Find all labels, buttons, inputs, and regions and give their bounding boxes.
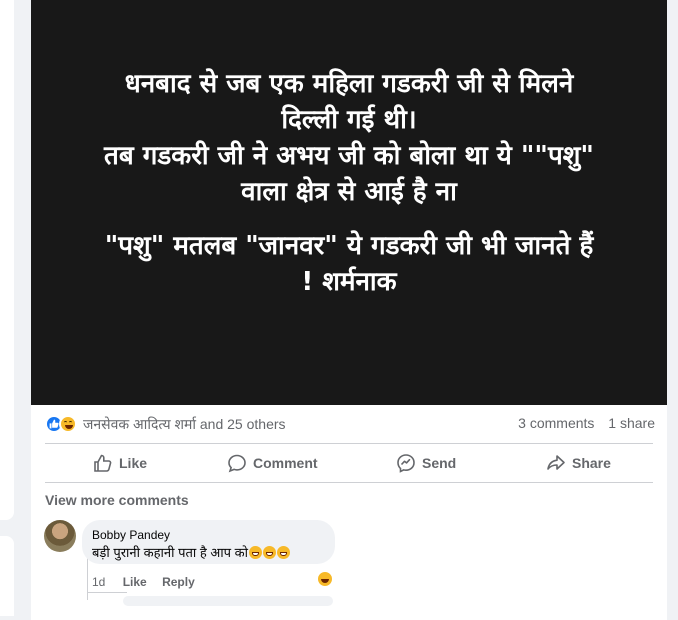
post-image[interactable]: धनबाद से जब एक महिला गडकरी जी से मिलने द… <box>31 0 667 405</box>
comment-icon <box>228 454 246 473</box>
haha-reaction-icon[interactable] <box>316 570 334 588</box>
image-text-line: तब गडकरी जी ने अभय जी को बोला था ये ""पश… <box>104 141 594 171</box>
like-button[interactable]: Like <box>93 448 147 478</box>
comment-button[interactable]: Comment <box>227 448 318 478</box>
comment-label: Comment <box>253 455 318 471</box>
share-button[interactable]: Share <box>546 448 611 478</box>
grin-emoji-icon <box>249 546 262 559</box>
comment-bubble: Bobby Pandey बड़ी पुरानी कहानी पता है आप… <box>82 520 335 564</box>
image-text-block-1: धनबाद से जब एक महिला गडकरी जी से मिलने द… <box>31 66 667 210</box>
next-comment-bubble <box>123 596 333 606</box>
image-text-block-2: "पशु" मतलब "जानवर" ये गडकरी जी भी जानते … <box>31 228 667 300</box>
comment-meta: 1d Like Reply <box>92 575 207 589</box>
engagement-counts: 3 comments 1 share <box>508 415 655 431</box>
post-card: धनबाद से जब एक महिला गडकरी जी से मिलने द… <box>31 0 667 620</box>
reaction-summary[interactable]: जनसेवक आदित्य शर्मा and 25 others <box>83 415 286 434</box>
grin-emoji-icon <box>263 546 276 559</box>
send-button[interactable]: Send <box>396 448 456 478</box>
image-text-line: दिल्ली गई थी। <box>281 105 417 135</box>
thread-line <box>87 556 88 600</box>
share-icon <box>547 455 565 470</box>
divider <box>45 443 653 444</box>
comment-text: बड़ी पुरानी कहानी पता है आप को <box>92 545 248 560</box>
comment-text-row: बड़ी पुरानी कहानी पता है आप को <box>92 543 290 561</box>
post-actions: Like Comment Send Share <box>45 446 653 480</box>
messenger-icon <box>397 454 415 473</box>
left-sidebar-panel-lower <box>0 536 14 616</box>
comment-timestamp[interactable]: 1d <box>92 575 105 589</box>
haha-reaction-icon <box>59 415 77 433</box>
thumbs-up-icon <box>94 454 112 472</box>
image-text-line: ! शर्मनाक <box>301 267 397 297</box>
divider <box>45 482 653 483</box>
comment-author[interactable]: Bobby Pandey <box>92 528 170 542</box>
reaction-icons[interactable] <box>45 415 81 433</box>
comment-reply-button[interactable]: Reply <box>162 575 195 589</box>
send-label: Send <box>422 455 457 471</box>
like-label: Like <box>119 455 148 471</box>
image-text-line: वाला क्षेत्र से आई है ना <box>241 177 457 207</box>
share-label: Share <box>572 455 611 471</box>
shares-count[interactable]: 1 share <box>608 415 655 431</box>
comments-count[interactable]: 3 comments <box>518 415 594 431</box>
reactions-bar: जनसेवक आदित्य शर्मा and 25 others 3 comm… <box>45 413 655 435</box>
thread-line <box>87 592 127 593</box>
grin-emoji-icon <box>277 546 290 559</box>
left-sidebar-panel <box>0 0 14 520</box>
image-text-line: धनबाद से जब एक महिला गडकरी जी से मिलने <box>124 69 574 99</box>
view-more-comments-link[interactable]: View more comments <box>45 492 189 508</box>
comment-like-button[interactable]: Like <box>123 575 147 589</box>
image-text-line: "पशु" मतलब "जानवर" ये गडकरी जी भी जानते … <box>104 231 594 261</box>
avatar[interactable] <box>44 520 76 552</box>
